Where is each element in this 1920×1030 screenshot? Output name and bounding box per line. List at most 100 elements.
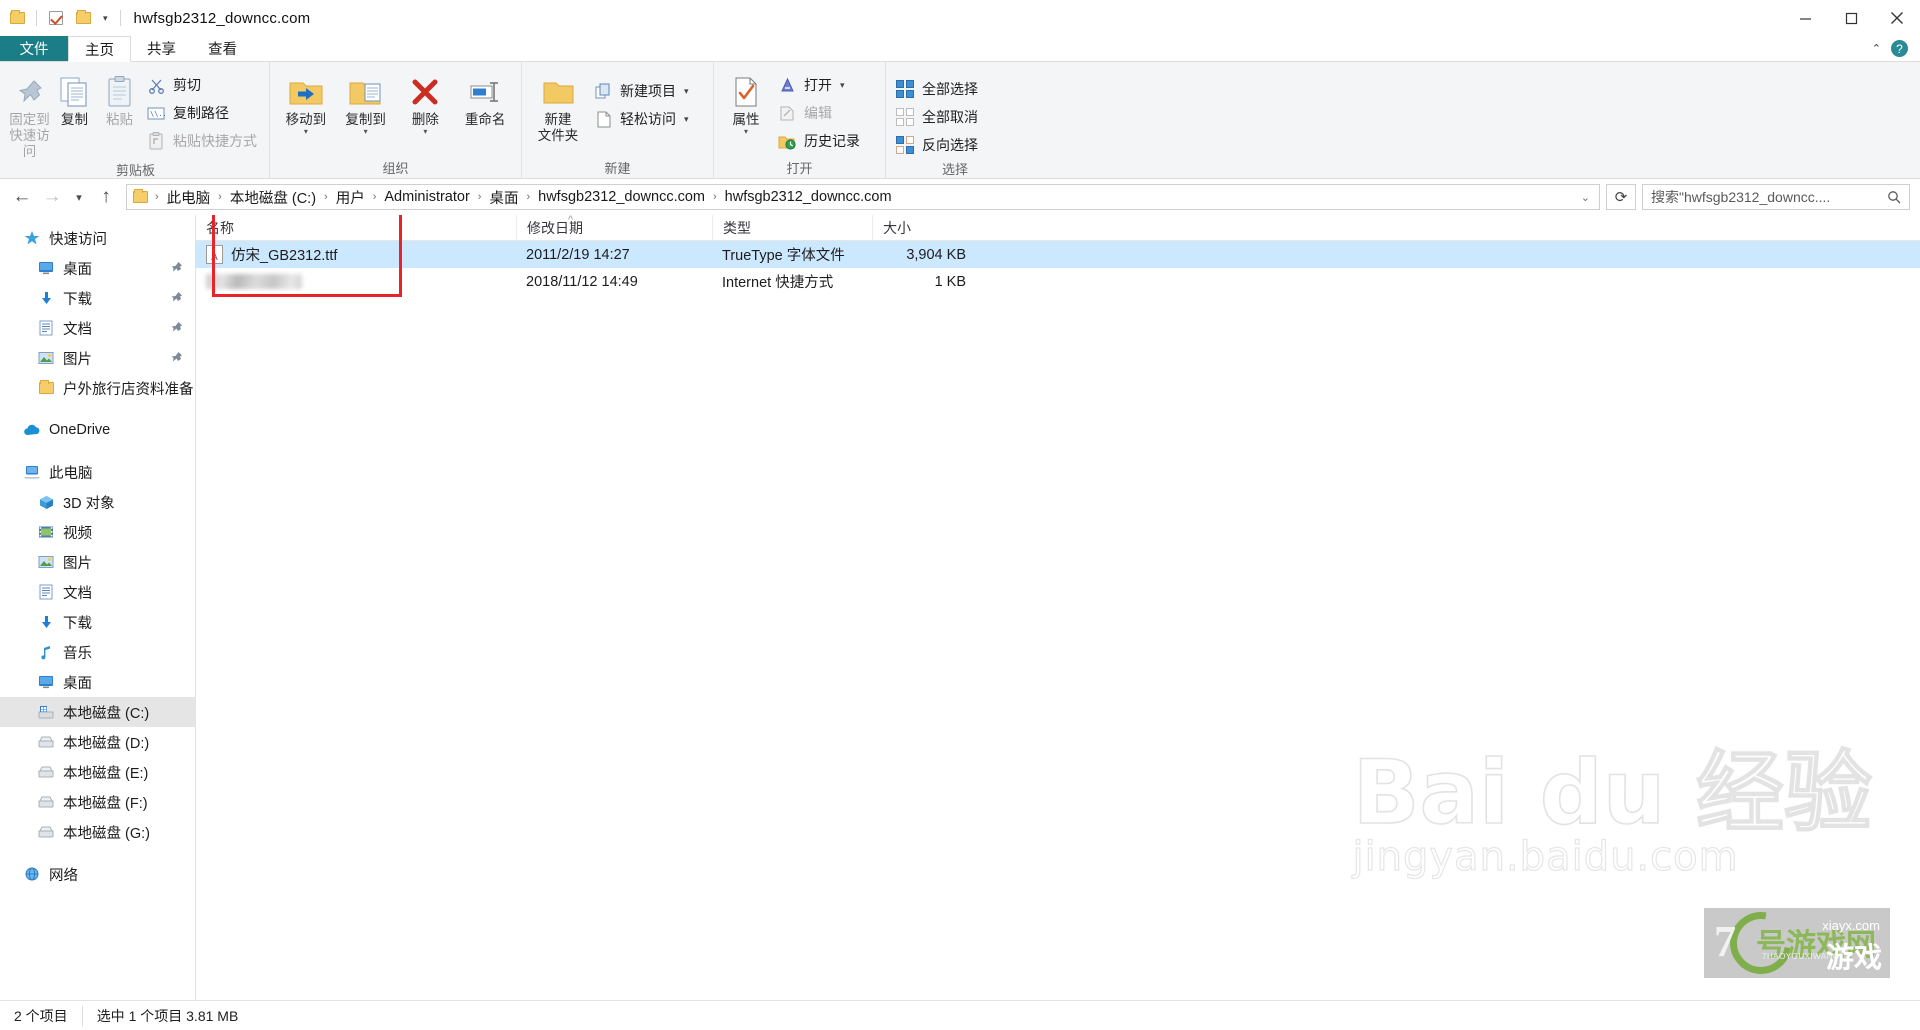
folder-icon[interactable] (6, 7, 28, 29)
history-button[interactable]: 历史记录 (774, 128, 866, 154)
sidebar-item-network[interactable]: 网络 (0, 859, 195, 889)
chevron-down-icon[interactable]: ⌄ (1578, 191, 1593, 204)
breadcrumb-item-3[interactable]: Administrator (381, 189, 472, 205)
sidebar-item-downloads-pc[interactable]: 下载 (0, 607, 195, 637)
pin-to-quick-access-button[interactable]: 固定到 快速访问 (8, 68, 51, 160)
forward-arrow-icon[interactable]: → (38, 183, 66, 211)
sidebar-item-desktop[interactable]: 桌面 (0, 253, 195, 283)
pictures-icon (36, 351, 56, 365)
sidebar-item-documents[interactable]: 文档 (0, 313, 195, 343)
sidebar-item-documents-pc[interactable]: 文档 (0, 577, 195, 607)
chevron-down-icon[interactable]: ▾ (744, 128, 748, 136)
paste-shortcut-label: 粘贴快捷方式 (173, 133, 257, 149)
help-icon[interactable]: ? (1891, 40, 1908, 57)
chevron-down-icon[interactable]: ▾ (684, 114, 689, 125)
properties-button[interactable]: 属性 ▾ (720, 68, 772, 136)
sidebar-item-local-disk-f[interactable]: 本地磁盘 (F:) (0, 787, 195, 817)
recent-caret-icon[interactable]: ▾ (68, 183, 90, 211)
paste-shortcut-button[interactable]: 粘贴快捷方式 (143, 128, 263, 154)
move-to-button[interactable]: 移动到 ▾ (276, 68, 336, 136)
easy-access-button[interactable]: 轻松访问 ▾ (590, 106, 695, 132)
chevron-down-icon[interactable]: ▾ (364, 128, 368, 136)
sidebar-item-travel-folder[interactable]: 户外旅行店资料准备 (0, 373, 195, 403)
paste-button[interactable]: 粘贴 (98, 68, 141, 128)
file-size-cell: 1 KB (934, 273, 966, 290)
select-all-button[interactable]: 全部选择 (892, 76, 984, 102)
open-button[interactable]: 打开 ▾ (774, 72, 866, 98)
close-icon[interactable] (1874, 0, 1920, 36)
column-header-name[interactable]: 名称 (196, 215, 516, 241)
breadcrumb-item-1[interactable]: 本地磁盘 (C:) (227, 187, 319, 208)
breadcrumb[interactable]: › 此电脑 › 本地磁盘 (C:) › 用户 › Administrator ›… (126, 184, 1600, 210)
copy-path-button[interactable]: \\.. 复制路径 (143, 100, 263, 126)
customize-caret-icon[interactable]: ▾ (99, 13, 112, 24)
sidebar-item-quick-access[interactable]: 快速访问 (0, 223, 195, 253)
new-folder-icon[interactable] (72, 7, 94, 29)
sidebar-item-videos[interactable]: 视频 (0, 517, 195, 547)
collapse-ribbon-icon[interactable]: ⌃ (1872, 42, 1881, 55)
sidebar-label: 本地磁盘 (C:) (63, 705, 150, 722)
sidebar-item-desktop-pc[interactable]: 桌面 (0, 667, 195, 697)
pin-icon[interactable] (171, 350, 183, 367)
delete-button[interactable]: 删除 ▾ (396, 68, 456, 136)
properties-check-icon[interactable] (45, 7, 67, 29)
table-row[interactable]: 2018/11/12 14:49 Internet 快捷方式 1 KB (196, 268, 1920, 295)
sidebar-item-music[interactable]: 音乐 (0, 637, 195, 667)
sidebar-item-downloads[interactable]: 下载 (0, 283, 195, 313)
breadcrumb-item-5[interactable]: hwfsgb2312_downcc.com (535, 189, 708, 205)
new-item-label: 新建项目 (620, 83, 676, 99)
cut-button[interactable]: 剪切 (143, 72, 263, 98)
pin-icon[interactable] (171, 290, 183, 307)
sidebar-item-onedrive[interactable]: OneDrive (0, 415, 195, 445)
sidebar-item-pictures[interactable]: 图片 (0, 343, 195, 373)
baidu-watermark: Bai du 经验 jingyan.baidu.com (1352, 748, 1873, 881)
search-input[interactable]: 搜索"hwfsgb2312_downcc.... (1642, 184, 1910, 210)
copy-button[interactable]: 复制 (53, 68, 96, 128)
chevron-down-icon[interactable]: ▾ (423, 128, 427, 136)
breadcrumb-item-0[interactable]: 此电脑 (164, 187, 214, 208)
column-header-type[interactable]: 类型 (712, 215, 872, 241)
game-watermark-cn2: 游戏 (1825, 942, 1882, 973)
group-label-clipboard: 剪贴板 (115, 163, 155, 178)
sidebar-item-local-disk-c[interactable]: 本地磁盘 (C:) (0, 697, 195, 727)
sidebar-label: 图片 (63, 555, 92, 572)
select-none-button[interactable]: 全部取消 (892, 104, 984, 130)
chevron-down-icon[interactable]: ▾ (840, 80, 845, 91)
pin-icon[interactable] (171, 260, 183, 277)
chevron-down-icon[interactable]: ▾ (684, 86, 689, 97)
minimize-icon[interactable] (1782, 0, 1828, 36)
sidebar-item-local-disk-g[interactable]: 本地磁盘 (G:) (0, 817, 195, 847)
tab-file[interactable]: 文件 (0, 36, 68, 61)
breadcrumb-item-2[interactable]: 用户 (333, 187, 368, 208)
sidebar-item-pictures-pc[interactable]: 图片 (0, 547, 195, 577)
tab-home[interactable]: 主页 (68, 36, 131, 62)
maximize-icon[interactable] (1828, 0, 1874, 36)
refresh-icon[interactable]: ⟳ (1606, 184, 1636, 210)
tab-view[interactable]: 查看 (192, 36, 253, 61)
star-icon (22, 230, 42, 246)
column-header-size[interactable]: 大小 (872, 215, 982, 241)
breadcrumb-item-6[interactable]: hwfsgb2312_downcc.com (722, 189, 895, 205)
new-folder-label-2: 文件夹 (537, 128, 579, 143)
up-arrow-icon[interactable]: ↑ (92, 183, 120, 211)
sidebar-item-local-disk-d[interactable]: 本地磁盘 (D:) (0, 727, 195, 757)
tab-share[interactable]: 共享 (131, 36, 192, 61)
this-pc-icon (22, 465, 42, 479)
chevron-down-icon[interactable]: ▾ (304, 128, 308, 136)
sidebar-item-this-pc[interactable]: 此电脑 (0, 457, 195, 487)
edit-button[interactable]: 编辑 (774, 100, 866, 126)
pin-icon[interactable] (171, 320, 183, 337)
sidebar-item-local-disk-e[interactable]: 本地磁盘 (E:) (0, 757, 195, 787)
videos-icon (36, 525, 56, 539)
table-row[interactable]: A 仿宋_GB2312.ttf 2011/2/19 14:27 TrueType… (196, 241, 1920, 268)
back-arrow-icon[interactable]: ← (8, 183, 36, 211)
copy-to-button[interactable]: 复制到 ▾ (336, 68, 396, 136)
drive-icon (36, 766, 56, 778)
new-item-button[interactable]: 新建项目 ▾ (590, 78, 695, 104)
breadcrumb-item-4[interactable]: 桌面 (486, 187, 521, 208)
new-folder-button[interactable]: 新建 文件夹 (528, 68, 588, 144)
column-header-date[interactable]: 修改日期 (516, 215, 712, 241)
sidebar-item-3d-objects[interactable]: 3D 对象 (0, 487, 195, 517)
invert-selection-button[interactable]: 反向选择 (892, 132, 984, 158)
rename-button[interactable]: 重命名 (455, 68, 515, 128)
